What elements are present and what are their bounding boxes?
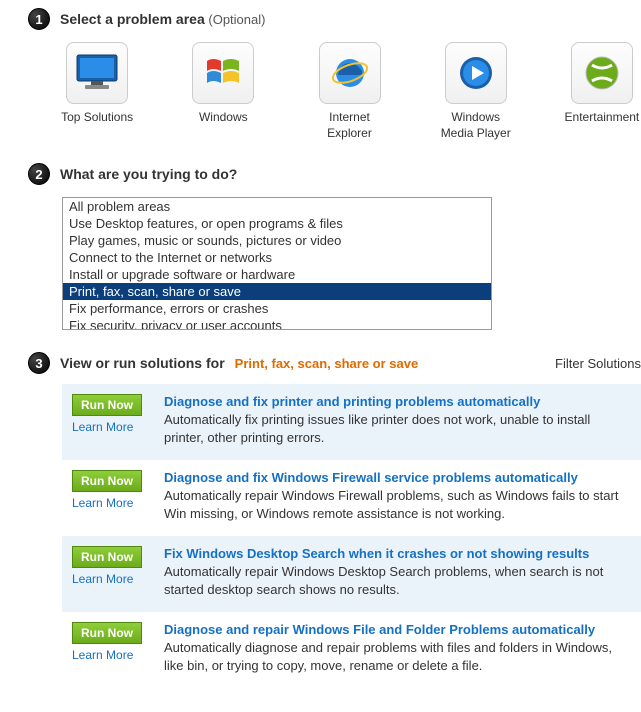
tile-top-solutions[interactable]: Top Solutions	[58, 42, 136, 141]
listbox-item[interactable]: Print, fax, scan, share or save	[63, 283, 491, 300]
listbox-item[interactable]: Fix performance, errors or crashes	[63, 300, 491, 317]
run-now-button[interactable]: Run Now	[72, 470, 142, 492]
solution-description: Automatically repair Windows Firewall pr…	[164, 487, 631, 522]
solution-title[interactable]: Diagnose and repair Windows File and Fol…	[164, 622, 631, 637]
solutions-list: Run Now Learn More Diagnose and fix printe…	[62, 384, 641, 688]
step1-badge: 1	[28, 8, 50, 30]
run-column: Run Now Learn More	[72, 622, 150, 674]
solution-body: Diagnose and repair Windows File and Fol…	[164, 622, 631, 674]
tile-label: Windows Media Player	[437, 110, 515, 141]
ie-icon	[319, 42, 381, 104]
xbox-icon	[571, 42, 633, 104]
step1-title: Select a problem area	[60, 11, 205, 27]
solution-body: Diagnose and fix Windows Firewall servic…	[164, 470, 631, 522]
learn-more-link[interactable]: Learn More	[72, 420, 133, 434]
tile-label: Top Solutions	[61, 110, 133, 126]
step3-section: 3 View or run solutions for Print, fax, …	[0, 352, 641, 688]
tile-windows[interactable]: Windows	[184, 42, 262, 141]
learn-more-link[interactable]: Learn More	[72, 648, 133, 662]
solution-row: Run Now Learn More Diagnose and fix Window…	[62, 460, 641, 536]
solution-row: Run Now Learn More Diagnose and fix printe…	[62, 384, 641, 460]
tile-label: Internet Explorer	[310, 110, 388, 141]
run-now-button[interactable]: Run Now	[72, 622, 142, 644]
learn-more-link[interactable]: Learn More	[72, 572, 133, 586]
run-column: Run Now Learn More	[72, 394, 150, 446]
solution-body: Diagnose and fix printer and printing pr…	[164, 394, 631, 446]
step3-header: 3 View or run solutions for Print, fax, …	[28, 352, 641, 374]
run-column: Run Now Learn More	[72, 470, 150, 522]
solution-description: Automatically repair Windows Desktop Sea…	[164, 563, 631, 598]
step1-header: 1 Select a problem area (Optional)	[28, 8, 641, 30]
step2-header: 2 What are you trying to do?	[28, 163, 641, 185]
tile-wmp[interactable]: Windows Media Player	[437, 42, 515, 141]
tile-entertainment[interactable]: Entertainment	[563, 42, 641, 141]
solution-body: Fix Windows Desktop Search when it crash…	[164, 546, 631, 598]
run-column: Run Now Learn More	[72, 546, 150, 598]
step1-section: 1 Select a problem area (Optional) Top S…	[0, 8, 641, 141]
step3-topic: Print, fax, scan, share or save	[235, 356, 419, 371]
solution-title[interactable]: Diagnose and fix printer and printing pr…	[164, 394, 631, 409]
listbox-item[interactable]: Use Desktop features, or open programs &…	[63, 215, 491, 232]
solution-title[interactable]: Diagnose and fix Windows Firewall servic…	[164, 470, 631, 485]
run-now-button[interactable]: Run Now	[72, 394, 142, 416]
step2-title: What are you trying to do?	[60, 166, 237, 182]
listbox-item[interactable]: Install or upgrade software or hardware	[63, 266, 491, 283]
windows-icon	[192, 42, 254, 104]
solution-row: Run Now Learn More Diagnose and repair Win…	[62, 612, 641, 688]
run-now-button[interactable]: Run Now	[72, 546, 142, 568]
solution-row: Run Now Learn More Fix Windows Desktop Sea…	[62, 536, 641, 612]
step3-title-prefix: View or run solutions for	[60, 355, 225, 371]
monitor-icon	[66, 42, 128, 104]
wmp-icon	[445, 42, 507, 104]
step3-badge: 3	[28, 352, 50, 374]
filter-solutions-link[interactable]: Filter Solutions	[555, 356, 641, 371]
step1-optional: (Optional)	[208, 12, 265, 27]
listbox-item[interactable]: Connect to the Internet or networks	[63, 249, 491, 266]
step2-badge: 2	[28, 163, 50, 185]
tile-label: Windows	[199, 110, 248, 126]
learn-more-link[interactable]: Learn More	[72, 496, 133, 510]
tile-label: Entertainment	[565, 110, 640, 126]
solution-description: Automatically diagnose and repair proble…	[164, 639, 631, 674]
listbox-item[interactable]: Fix security, privacy or user accounts	[63, 317, 491, 330]
listbox-item[interactable]: Play games, music or sounds, pictures or…	[63, 232, 491, 249]
solution-description: Automatically fix printing issues like p…	[164, 411, 631, 446]
problem-listbox[interactable]: All problem areasUse Desktop features, o…	[62, 197, 492, 330]
listbox-item[interactable]: All problem areas	[63, 198, 491, 215]
tile-internet-explorer[interactable]: Internet Explorer	[310, 42, 388, 141]
problem-area-tiles: Top Solutions Windows	[58, 42, 641, 141]
solution-title[interactable]: Fix Windows Desktop Search when it crash…	[164, 546, 631, 561]
step2-section: 2 What are you trying to do? All problem…	[0, 163, 641, 330]
